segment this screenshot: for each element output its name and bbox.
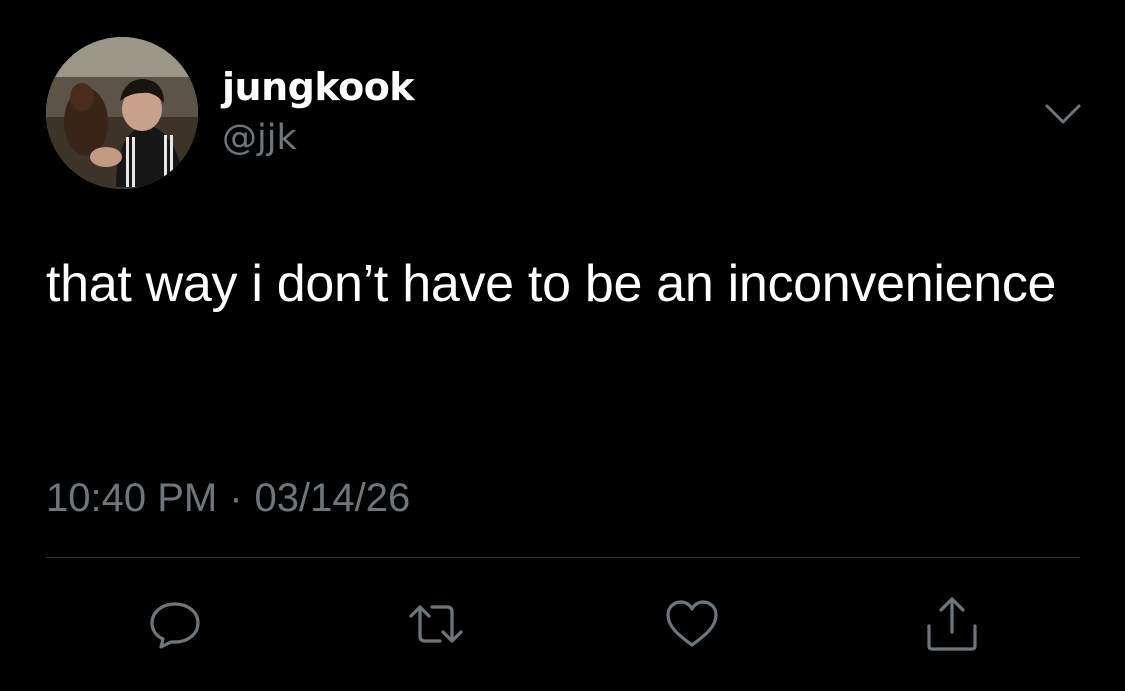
speech-bubble-icon [150, 602, 200, 649]
retweet-button[interactable] [407, 596, 465, 652]
user-handle[interactable]: @jjk [222, 116, 297, 160]
tweet-timestamp[interactable]: 10:40 PM · 03/14/26 [46, 474, 410, 522]
tweet-card: jungkook @jjk that way i don’t have to b… [0, 0, 1125, 691]
meta-separator: · [229, 476, 243, 520]
tweet-text: that way i don’t have to be an inconveni… [46, 255, 1057, 313]
tweet-time: 10:40 PM [46, 476, 218, 520]
display-name[interactable]: jungkook [222, 64, 415, 110]
retweet-arrows-icon [409, 605, 463, 643]
like-button[interactable] [663, 596, 721, 652]
reply-button[interactable] [146, 596, 204, 652]
profile-photo-icon [46, 37, 198, 189]
chevron-down-icon[interactable] [1043, 100, 1083, 128]
share-upload-icon [927, 597, 977, 651]
heart-icon [666, 600, 718, 647]
divider [46, 557, 1080, 558]
avatar[interactable] [46, 37, 198, 189]
tweet-date: 03/14/26 [254, 476, 411, 520]
share-button[interactable] [923, 596, 981, 652]
